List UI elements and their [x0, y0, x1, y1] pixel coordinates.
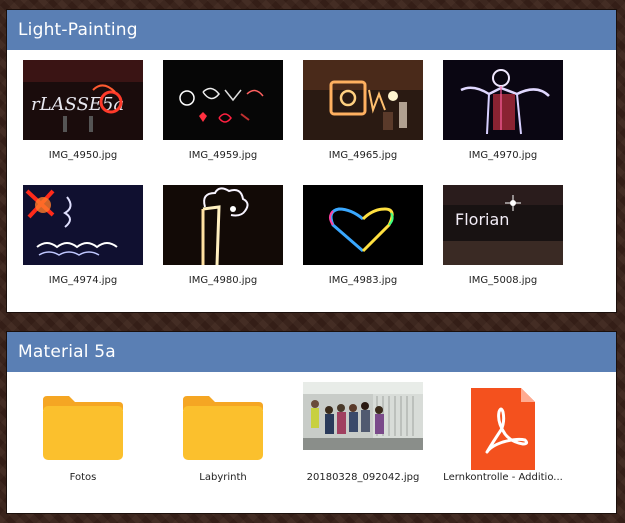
image-thumbnail[interactable] [303, 185, 423, 265]
image-tile[interactable]: Florian IMG_5008.jpg [433, 185, 573, 286]
folder-name: Fotos [69, 472, 97, 483]
image-filename: IMG_4970.jpg [468, 150, 538, 161]
image-filename: IMG_4980.jpg [188, 275, 258, 286]
image-thumbnail[interactable] [303, 382, 423, 450]
image-tile[interactable]: IMG_4980.jpg [153, 185, 293, 286]
image-filename: IMG_5008.jpg [468, 275, 538, 286]
image-filename: IMG_4983.jpg [328, 275, 398, 286]
folder-name: Labyrinth [199, 472, 247, 483]
image-tile[interactable]: IMG_4983.jpg [293, 185, 433, 286]
folder-icon[interactable] [23, 382, 143, 462]
image-tile[interactable]: IMG_4959.jpg [153, 60, 293, 161]
image-thumbnail[interactable] [163, 60, 283, 140]
image-filename: IMG_4959.jpg [188, 150, 258, 161]
pdf-filename: Lernkontrolle - Additio... [443, 472, 563, 483]
image-thumbnail[interactable]: rLASSE5a [23, 60, 143, 140]
image-thumbnail[interactable]: Florian [443, 185, 563, 265]
image-filename: IMG_4965.jpg [328, 150, 398, 161]
svg-text:Florian: Florian [455, 210, 509, 229]
image-tile[interactable]: IMG_4965.jpg [293, 60, 433, 161]
pdf-tile[interactable]: Lernkontrolle - Additio... [433, 382, 573, 483]
image-tile[interactable]: IMG_4974.jpg [13, 185, 153, 286]
pdf-icon[interactable] [443, 382, 563, 470]
image-filename: IMG_4974.jpg [48, 275, 118, 286]
panel-title: Material 5a [7, 332, 616, 372]
folder-tile[interactable]: Fotos [13, 382, 153, 483]
material-5a-panel: Material 5a Fotos Labyrinth 20180328_092… [6, 331, 617, 514]
image-tile[interactable]: IMG_4970.jpg [433, 60, 573, 161]
image-thumbnail[interactable] [303, 60, 423, 140]
image-thumbnail[interactable] [23, 185, 143, 265]
image-thumbnail[interactable] [443, 60, 563, 140]
folder-icon[interactable] [163, 382, 283, 462]
light-painting-panel: Light-Painting rLASSE5a IMG_4950.jpg IMG… [6, 9, 617, 313]
image-filename: IMG_4950.jpg [48, 150, 118, 161]
panel-title: Light-Painting [7, 10, 616, 50]
image-filename: 20180328_092042.jpg [306, 472, 420, 483]
image-thumbnail[interactable] [163, 185, 283, 265]
image-tile[interactable]: rLASSE5a IMG_4950.jpg [13, 60, 153, 161]
folder-tile[interactable]: Labyrinth [153, 382, 293, 483]
image-tile[interactable]: 20180328_092042.jpg [293, 382, 433, 483]
